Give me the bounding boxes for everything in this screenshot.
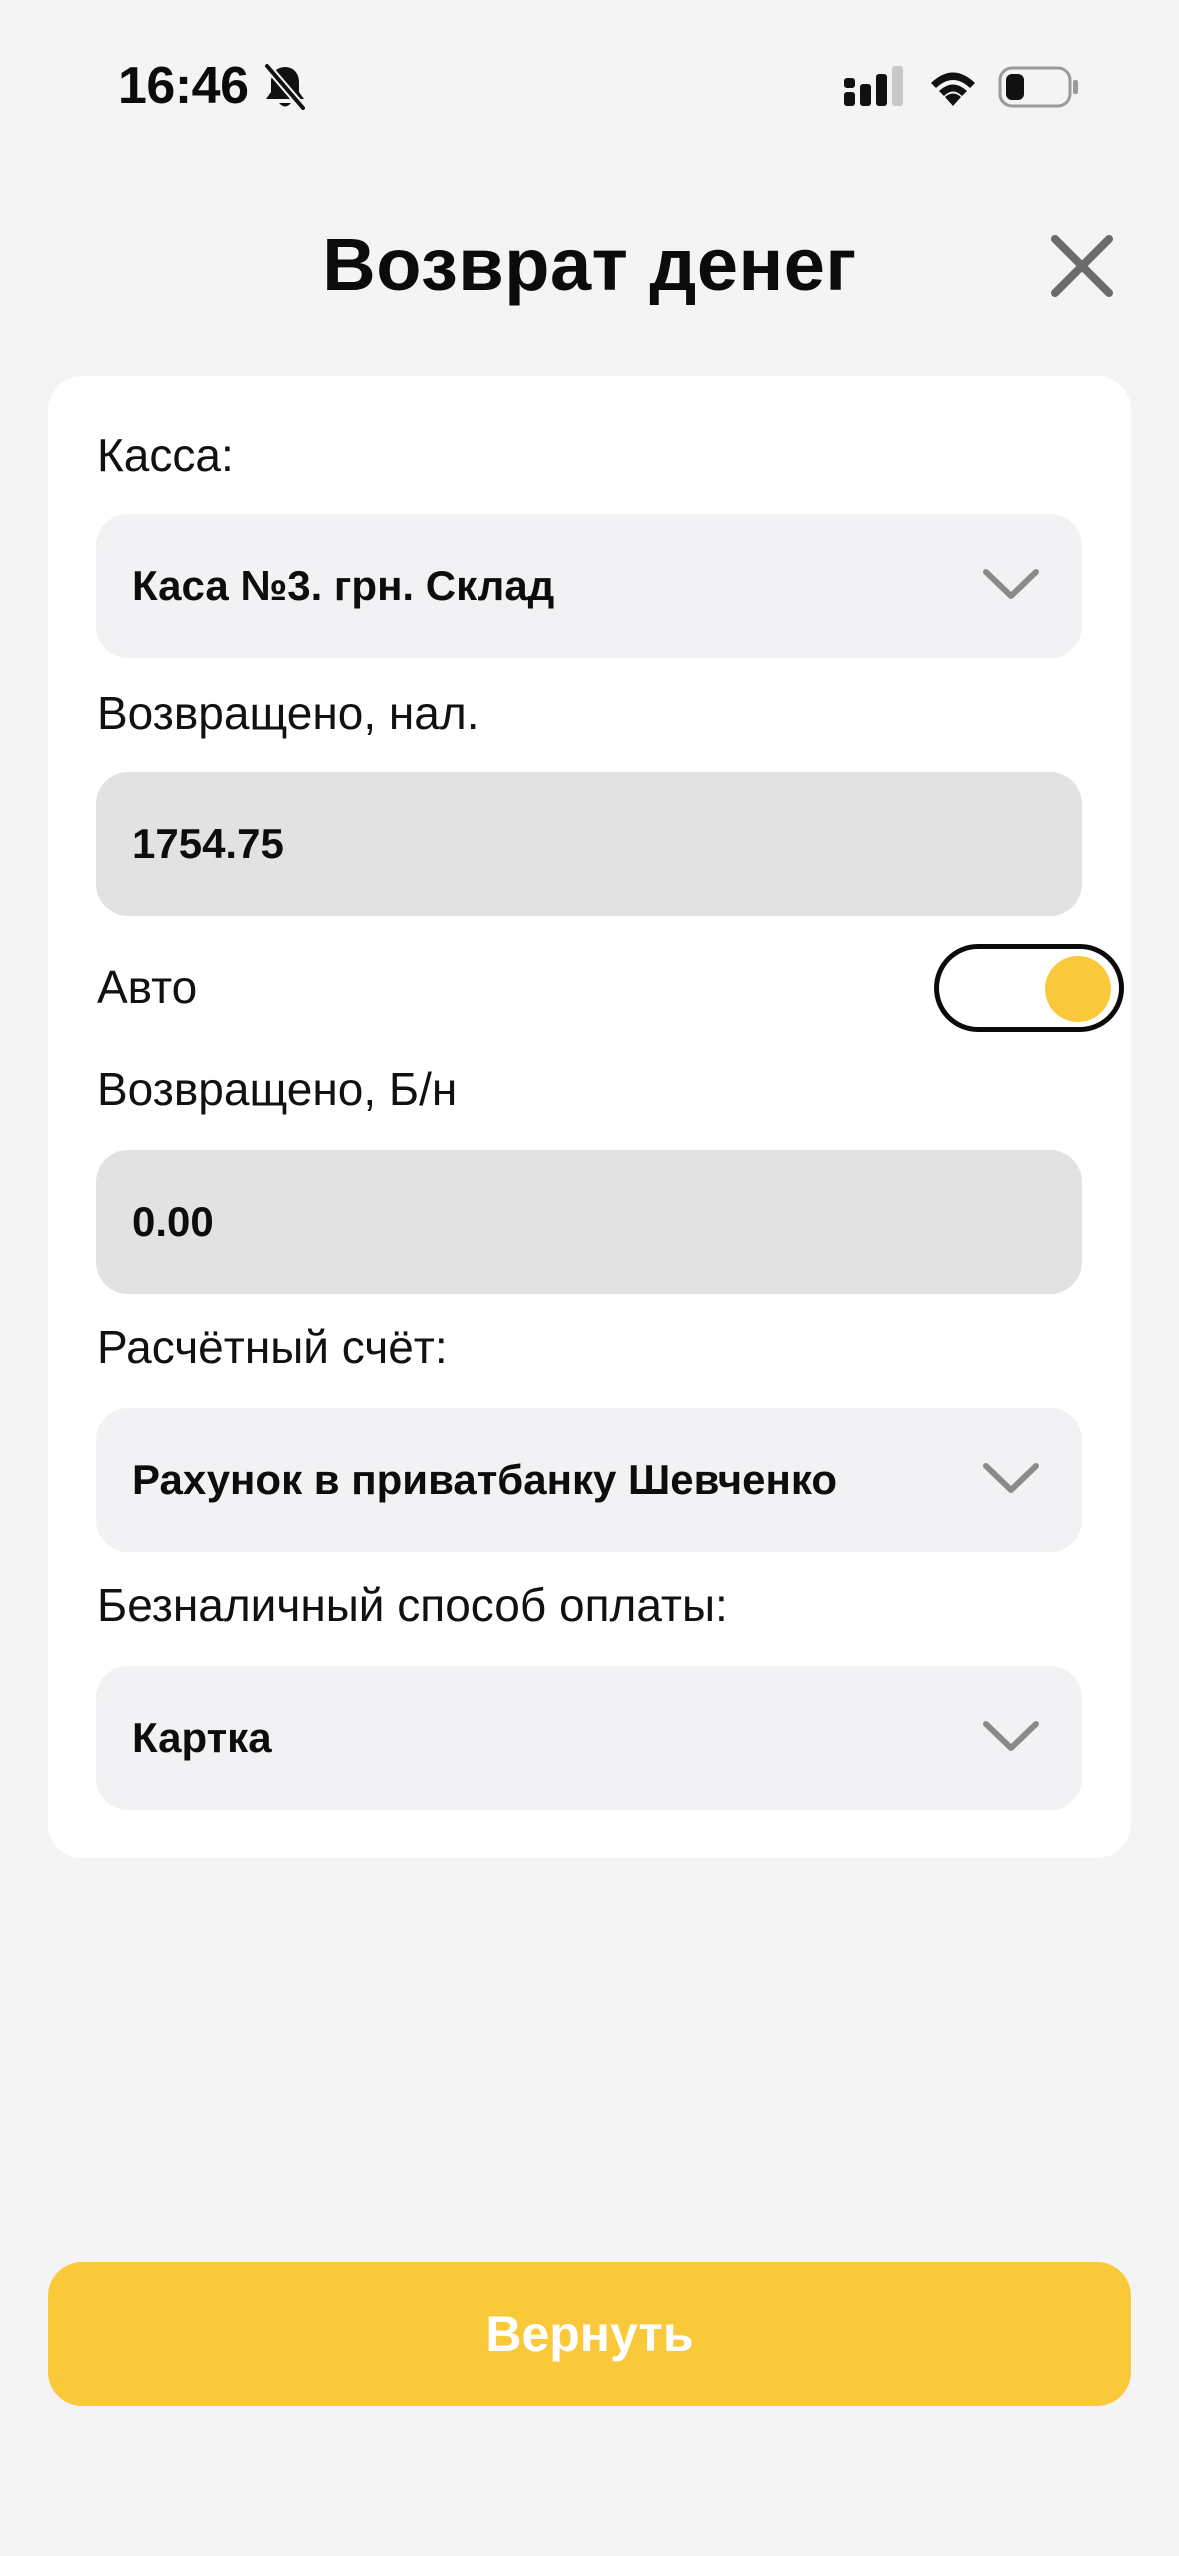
bell-slash-icon: [263, 63, 307, 111]
refund-form-card: Касса: Каса №3. грн. Склад Возвращено, н…: [48, 376, 1131, 1858]
returned-cashless-label: Возвращено, Б/н: [97, 1063, 458, 1115]
page-title: Возврат денег: [322, 223, 857, 306]
auto-toggle[interactable]: [934, 944, 1124, 1032]
returned-cashless-field[interactable]: 0.00: [96, 1150, 1082, 1294]
cash-register-select[interactable]: Каса №3. грн. Склад: [96, 514, 1082, 658]
status-time: 16:46: [118, 57, 249, 115]
returned-cashless-value: 0.00: [132, 1198, 214, 1245]
cash-register-label: Касса:: [97, 429, 234, 481]
status-bar: 16:46: [0, 0, 1179, 170]
chevron-down-icon: [983, 1463, 1039, 1493]
chevron-down-icon: [983, 569, 1039, 599]
payment-method-select[interactable]: Картка: [96, 1666, 1082, 1810]
close-button[interactable]: [1042, 226, 1122, 306]
wifi-icon: [931, 72, 975, 106]
account-value: Рахунок в приватбанку Шевченко: [132, 1456, 838, 1503]
cash-register-value: Каса №3. грн. Склад: [132, 562, 555, 609]
payment-method-label: Безналичный способ оплаты:: [97, 1579, 728, 1631]
close-icon: [1051, 235, 1113, 297]
auto-label: Авто: [97, 961, 198, 1013]
returned-cash-value: 1754.75: [132, 820, 284, 867]
returned-cash-field[interactable]: 1754.75: [96, 772, 1082, 916]
return-button[interactable]: Вернуть: [48, 2262, 1131, 2406]
refund-screen: 16:46 Возврат денег Касса: Каса №3. грн.…: [0, 0, 1179, 2556]
battery-icon: [998, 66, 1078, 108]
returned-cash-label: Возвращено, нал.: [97, 687, 480, 739]
cellular-signal-icon: [844, 66, 903, 106]
chevron-down-icon: [983, 1721, 1039, 1751]
account-select[interactable]: Рахунок в приватбанку Шевченко: [96, 1408, 1082, 1552]
payment-method-value: Картка: [132, 1714, 272, 1761]
toggle-knob: [1045, 956, 1111, 1022]
account-label: Расчётный счёт:: [97, 1321, 448, 1373]
